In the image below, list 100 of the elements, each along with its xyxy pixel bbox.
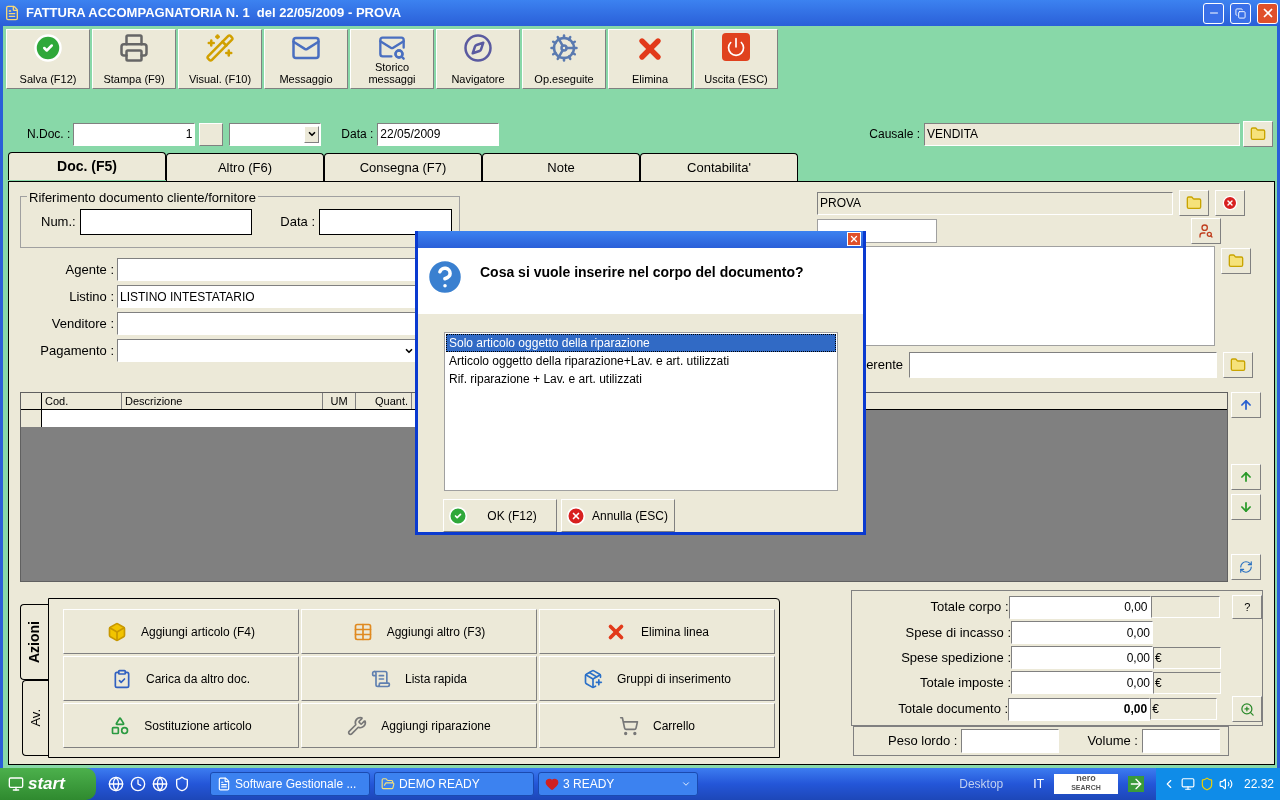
taskbar-button[interactable]: Software Gestionale ...: [210, 772, 370, 796]
field-label: Volume :: [1087, 732, 1138, 751]
column-header[interactable]: UM: [323, 393, 356, 409]
close-button[interactable]: [847, 232, 861, 247]
go-icon: [1127, 776, 1144, 792]
field-label: Agente :: [64, 260, 115, 279]
side-tab[interactable]: Av.: [22, 680, 48, 756]
action-button[interactable]: Aggiungi articolo (F4): [63, 609, 299, 654]
dialog-button[interactable]: Annulla (ESC): [561, 499, 675, 532]
shapes-icon: [110, 715, 131, 736]
move-down-button[interactable]: [1231, 494, 1261, 520]
tab[interactable]: Doc. (F5): [8, 152, 166, 180]
toolbar-button[interactable]: Salva (F12): [6, 29, 90, 89]
refresh-button[interactable]: [1231, 554, 1261, 580]
reason-field[interactable]: VENDITA: [924, 122, 1240, 146]
input-field[interactable]: [117, 258, 417, 281]
maximize-button[interactable]: [1230, 2, 1251, 24]
list-item[interactable]: Articolo oggetto della riparazione+Lav. e art. utilizzati: [446, 352, 836, 371]
window-title: FATTURA ACCOMPAGNATORIA N. 1 del 22/05/2009 - PROVA: [26, 4, 403, 23]
total-field[interactable]: 0,00: [1011, 671, 1153, 694]
folder-button[interactable]: [1179, 190, 1209, 216]
action-button[interactable]: Sostituzione articolo: [63, 703, 299, 748]
doc-number-field[interactable]: 1: [73, 122, 196, 146]
field-label: Data :: [341, 126, 374, 143]
toolbar-button[interactable]: Messaggio: [264, 29, 348, 89]
total-field[interactable]: 0,00: [1008, 697, 1151, 721]
column-header[interactable]: Quant.: [356, 393, 412, 409]
folder-button[interactable]: [1243, 121, 1273, 147]
toolbar-button[interactable]: Op.eseguite: [522, 29, 606, 89]
small-button[interactable]: [199, 122, 224, 146]
column-header[interactable]: Cod.: [42, 393, 122, 409]
action-button[interactable]: Elimina linea: [539, 609, 775, 654]
cart-icon: [619, 715, 639, 736]
tab[interactable]: Note: [482, 153, 640, 181]
reference-date-field[interactable]: [319, 209, 452, 235]
list-item[interactable]: Rif. riparazione + Lav. e art. utilizzati: [446, 370, 836, 389]
toolbar-button[interactable]: Storico messaggi: [350, 29, 434, 89]
date-field[interactable]: 22/05/2009: [377, 122, 500, 146]
customer-search-button[interactable]: [1191, 218, 1221, 244]
total-field[interactable]: 0,00: [1011, 646, 1153, 669]
field-label: Peso lordo :: [888, 732, 958, 751]
move-top-button[interactable]: [1231, 392, 1261, 418]
close-icon: [849, 234, 859, 245]
language-indicator[interactable]: IT: [1033, 775, 1044, 793]
browser-icon[interactable]: [108, 776, 124, 792]
checkmark-icon: [448, 505, 468, 526]
shield-icon: [1199, 777, 1214, 791]
close-icon: [1222, 195, 1238, 211]
row-header-cell[interactable]: [21, 410, 42, 427]
toolbar-button[interactable]: Visual. (F10): [178, 29, 262, 89]
list-item[interactable]: Solo articolo oggetto della riparazione: [446, 334, 836, 353]
field-label: Data :: [280, 213, 315, 232]
toolbar-label[interactable]: Desktop: [959, 775, 1004, 793]
field-label: Causale :: [869, 126, 920, 143]
shield-icon[interactable]: [174, 776, 190, 792]
network-icon: [1180, 777, 1195, 791]
action-button[interactable]: Lista rapida: [301, 656, 537, 701]
zoom-button[interactable]: [1232, 696, 1262, 722]
dialog-button[interactable]: OK (F12): [443, 499, 557, 532]
minimize-button[interactable]: [1203, 2, 1224, 24]
taskbar-button[interactable]: DEMO READY: [374, 772, 534, 796]
input-field[interactable]: [117, 312, 417, 335]
toolbar-button[interactable]: Navigatore: [436, 29, 520, 89]
action-button[interactable]: Gruppi di inserimento: [539, 656, 775, 701]
remove-button[interactable]: [1215, 190, 1245, 216]
customer-name-field[interactable]: PROVA: [817, 191, 1173, 215]
compass-icon: [463, 33, 493, 63]
folder-button[interactable]: [1221, 248, 1251, 274]
folder-icon: [1186, 195, 1202, 211]
tab[interactable]: Altro (F6): [166, 153, 324, 181]
folder-button[interactable]: [1223, 352, 1253, 378]
volume-field[interactable]: [1141, 729, 1220, 753]
weight-field[interactable]: [961, 729, 1060, 753]
toolbar-button[interactable]: Stampa (F9): [92, 29, 176, 89]
column-header[interactable]: Descrizione: [122, 393, 323, 409]
action-button[interactable]: Aggiungi altro (F3): [301, 609, 537, 654]
toolbar-button[interactable]: Uscita (ESC): [694, 29, 778, 89]
total-field[interactable]: 0,00: [1008, 595, 1151, 619]
cancel-icon: [566, 505, 586, 526]
action-button[interactable]: Aggiungi riparazione: [301, 703, 537, 748]
globe-icon[interactable]: [152, 776, 168, 792]
close-button[interactable]: [1257, 2, 1278, 24]
total-field[interactable]: 0,00: [1011, 621, 1153, 644]
tab[interactable]: Contabilita': [640, 153, 798, 181]
series-dropdown[interactable]: [229, 122, 322, 146]
taskbar-button[interactable]: 3 READY: [538, 772, 698, 796]
move-up-button[interactable]: [1231, 464, 1261, 490]
reference-number-field[interactable]: [79, 209, 252, 235]
help-button[interactable]: ?: [1232, 595, 1262, 619]
field-label: erente: [865, 356, 903, 375]
contact-field[interactable]: [909, 352, 1217, 378]
action-button[interactable]: Carica da altro doc.: [63, 656, 299, 701]
toolbar-button[interactable]: Elimina: [608, 29, 692, 89]
clock-icon[interactable]: [130, 776, 146, 792]
input-field[interactable]: LISTINO INTESTATARIO: [117, 285, 417, 308]
payment-dropdown[interactable]: [117, 339, 417, 362]
action-button[interactable]: Carrello: [539, 703, 775, 748]
tab[interactable]: Consegna (F7): [324, 153, 482, 181]
field-label: Num.:: [41, 213, 76, 232]
side-tab[interactable]: Azioni: [20, 604, 48, 680]
